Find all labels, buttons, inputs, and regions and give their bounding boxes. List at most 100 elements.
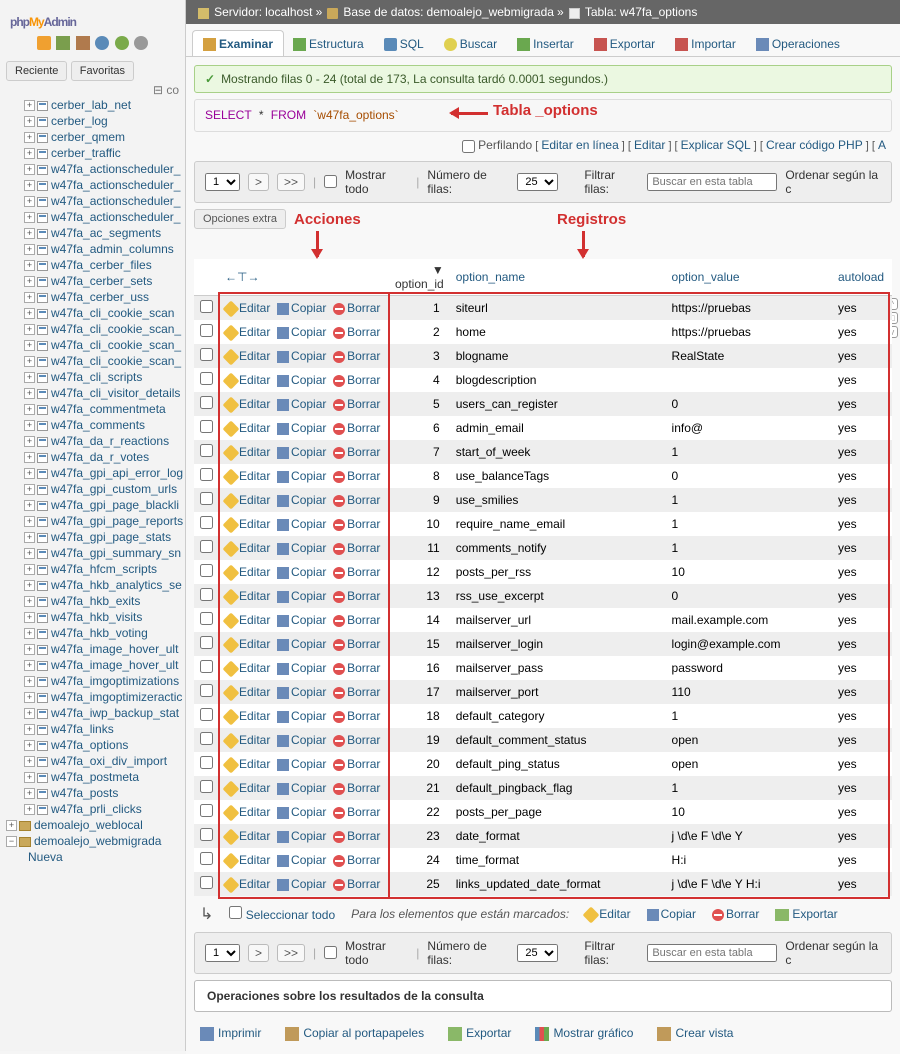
result-op-mostrar-gráfico[interactable]: Mostrar gráfico (535, 1026, 633, 1041)
tree-node-link[interactable]: w47fa_gpi_page_reports (51, 514, 183, 528)
row-checkbox[interactable] (200, 852, 213, 865)
page-select[interactable]: 1 (205, 944, 240, 962)
tree-toggle-icon[interactable]: + (24, 324, 35, 335)
tree-node-link[interactable]: w47fa_cerber_sets (51, 274, 152, 288)
tree-toggle-icon[interactable]: + (24, 276, 35, 287)
row-copy-link[interactable]: Copiar (277, 805, 326, 819)
row-delete-link[interactable]: Borrar (333, 541, 380, 555)
tree-toggle-icon[interactable]: + (24, 292, 35, 303)
profiling-checkbox[interactable] (462, 140, 475, 153)
row-delete-link[interactable]: Borrar (333, 733, 380, 747)
col-autoload[interactable]: autoload (832, 259, 892, 296)
table-icon[interactable] (37, 677, 48, 687)
tab-sql[interactable]: SQL (373, 30, 435, 56)
row-delete-link[interactable]: Borrar (333, 877, 380, 891)
row-copy-link[interactable]: Copiar (277, 517, 326, 531)
tab-insertar[interactable]: Insertar (506, 30, 585, 56)
row-edit-link[interactable]: Editar (225, 541, 270, 555)
row-copy-link[interactable]: Copiar (277, 469, 326, 483)
tree-toggle-icon[interactable]: + (24, 628, 35, 639)
tab-operaciones[interactable]: Operaciones (745, 30, 851, 56)
filter-input[interactable] (647, 944, 777, 962)
tree-node-link[interactable]: w47fa_hkb_exits (51, 594, 140, 608)
table-icon[interactable] (37, 645, 48, 655)
row-edit-link[interactable]: Editar (225, 493, 270, 507)
tree-node-link[interactable]: w47fa_gpi_api_error_log (51, 466, 183, 480)
tree-node-link[interactable]: w47fa_oxi_div_import (51, 754, 167, 768)
num-rows-select[interactable]: 25 (517, 944, 558, 962)
row-copy-link[interactable]: Copiar (277, 373, 326, 387)
tree-toggle-icon[interactable]: + (24, 660, 35, 671)
row-copy-link[interactable]: Copiar (277, 301, 326, 315)
row-delete-link[interactable]: Borrar (333, 661, 380, 675)
row-edit-link[interactable]: Editar (225, 349, 270, 363)
table-icon[interactable] (37, 709, 48, 719)
tree-node-link[interactable]: cerber_log (51, 114, 108, 128)
row-edit-link[interactable]: Editar (225, 733, 270, 747)
row-checkbox[interactable] (200, 372, 213, 385)
row-edit-link[interactable]: Editar (225, 709, 270, 723)
tree-toggle-icon[interactable]: + (24, 564, 35, 575)
row-copy-link[interactable]: Copiar (277, 853, 326, 867)
table-icon[interactable] (37, 613, 48, 623)
row-delete-link[interactable]: Borrar (333, 349, 380, 363)
row-delete-link[interactable]: Borrar (333, 613, 380, 627)
tree-node-link[interactable]: w47fa_da_r_votes (51, 450, 149, 464)
row-checkbox[interactable] (200, 348, 213, 361)
table-icon[interactable] (37, 309, 48, 319)
tree-node-link[interactable]: w47fa_imgoptimizations (51, 674, 179, 688)
next-page-button[interactable]: > (248, 944, 269, 962)
tree-toggle-icon[interactable]: + (24, 436, 35, 447)
tree-node-link[interactable]: w47fa_posts (51, 786, 118, 800)
tree-toggle-icon[interactable]: + (24, 148, 35, 159)
table-icon[interactable] (37, 565, 48, 575)
row-delete-link[interactable]: Borrar (333, 469, 380, 483)
row-delete-link[interactable]: Borrar (333, 445, 380, 459)
tree-toggle-icon[interactable]: + (24, 708, 35, 719)
row-delete-link[interactable]: Borrar (333, 565, 380, 579)
tree-node-link[interactable]: w47fa_cli_scripts (51, 370, 142, 384)
table-icon[interactable] (37, 181, 48, 191)
tree-toggle-icon[interactable]: + (24, 212, 35, 223)
table-icon[interactable] (37, 197, 48, 207)
row-checkbox[interactable] (200, 588, 213, 601)
table-icon[interactable] (37, 373, 48, 383)
favorites-tab[interactable]: Favoritas (71, 61, 134, 81)
tree-toggle-icon[interactable]: + (24, 340, 35, 351)
tree-toggle-icon[interactable]: + (24, 692, 35, 703)
table-icon[interactable] (37, 405, 48, 415)
tree-node-link[interactable]: w47fa_actionscheduler_ (51, 162, 180, 176)
table-icon[interactable] (37, 357, 48, 367)
tree-node-link[interactable]: w47fa_options (51, 738, 128, 752)
tree-toggle-icon[interactable]: + (24, 308, 35, 319)
tree-node-link[interactable]: w47fa_hkb_voting (51, 626, 148, 640)
table-icon[interactable] (37, 133, 48, 143)
row-delete-link[interactable]: Borrar (333, 829, 380, 843)
tree-toggle-icon[interactable]: + (24, 756, 35, 767)
docs-icon[interactable] (76, 36, 90, 50)
tree-toggle-icon[interactable]: + (24, 580, 35, 591)
row-delete-link[interactable]: Borrar (333, 805, 380, 819)
server-link[interactable]: localhost (265, 5, 312, 19)
tab-examinar[interactable]: Examinar (192, 30, 284, 56)
select-all-link[interactable]: Seleccionar todo (246, 908, 335, 922)
db-link[interactable]: demoalejo_webmigrada (427, 5, 554, 19)
table-icon[interactable] (37, 517, 48, 527)
tree-toggle-icon[interactable]: + (24, 116, 35, 127)
tree-node-link[interactable]: w47fa_gpi_page_stats (51, 530, 171, 544)
tree-node-link[interactable]: w47fa_hkb_analytics_se (51, 578, 182, 592)
row-copy-link[interactable]: Copiar (277, 565, 326, 579)
row-delete-link[interactable]: Borrar (333, 853, 380, 867)
row-edit-link[interactable]: Editar (225, 589, 270, 603)
phpmyadmin-logo[interactable]: phpMyAdmin (0, 0, 185, 34)
tree-toggle-icon[interactable]: + (24, 804, 35, 815)
tab-estructura[interactable]: Estructura (282, 30, 375, 56)
tree-toggle-icon[interactable]: + (24, 244, 35, 255)
row-edit-link[interactable]: Editar (225, 301, 270, 315)
row-checkbox[interactable] (200, 612, 213, 625)
row-delete-link[interactable]: Borrar (333, 373, 380, 387)
recent-tab[interactable]: Reciente (6, 61, 67, 81)
row-edit-link[interactable]: Editar (225, 661, 270, 675)
tree-node-link[interactable]: w47fa_hfcm_scripts (51, 562, 157, 576)
tree-toggle-icon[interactable]: + (24, 372, 35, 383)
